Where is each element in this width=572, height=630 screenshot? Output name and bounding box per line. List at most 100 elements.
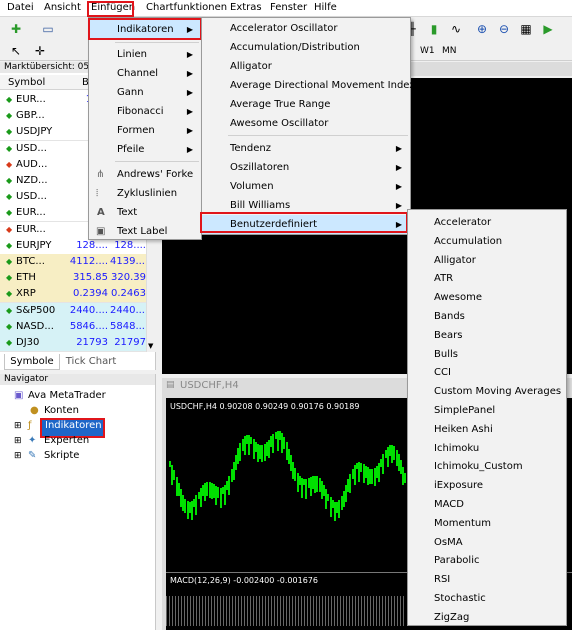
nav-experten[interactable]: Experten — [44, 434, 89, 448]
menu-extras[interactable]: Extras — [230, 2, 262, 14]
zoom-out-icon[interactable]: ⊖ — [496, 21, 512, 37]
menu-item-andrews-forke[interactable]: ⋔ Andrews' Forke — [89, 165, 201, 184]
menu-item-accumulation-distribution[interactable]: Accumulation/Distribution — [202, 38, 410, 57]
timeframe-w1[interactable]: W1 — [420, 46, 435, 56]
menu-datei[interactable]: Datei — [7, 2, 34, 14]
row-symbol: ◆ EUR... — [6, 205, 76, 221]
expand-icon[interactable]: ⊞ — [14, 434, 22, 448]
menu-item-pfeile[interactable]: Pfeile ▶ — [89, 140, 201, 159]
menu-item-oszillatoren[interactable]: Oszillatoren ▶ — [202, 158, 410, 177]
nav-ava-metatrader[interactable]: Ava MetaTrader — [28, 389, 106, 403]
autoscroll-icon[interactable]: ▶ — [540, 21, 556, 37]
custom-indicator-item[interactable]: Accelerator — [408, 213, 566, 232]
einfuegen-dropdown: Indikatoren ▶ Linien ▶ Channel ▶ Gann ▶ Fibo… — [88, 17, 202, 240]
custom-indicator-item[interactable]: Bulls — [408, 345, 566, 364]
custom-indicator-item[interactable]: SimplePanel — [408, 401, 566, 420]
custom-indicator-item[interactable]: Stochastic — [408, 589, 566, 608]
custom-indicator-item[interactable]: ZigZag — [408, 608, 566, 627]
custom-indicator-item[interactable]: Ichimoku_Custom — [408, 457, 566, 476]
market-watch-row[interactable]: ◆ ETH 315.85 320.39 — [0, 270, 146, 288]
row-symbol-text: BTC... — [16, 256, 45, 267]
custom-indicator-item[interactable]: OsMA — [408, 533, 566, 552]
market-watch-row[interactable]: ◆ BTC... 4112.... 4139.... — [0, 254, 146, 271]
tab-symbole[interactable]: Symbole — [4, 354, 60, 370]
chevron-right-icon: ▶ — [395, 182, 402, 191]
market-watch-row[interactable]: ◆ XRP 0.2394 0.2463 — [0, 286, 146, 304]
menu-item-admi[interactable]: Average Directional Movement Index — [202, 76, 415, 95]
cursor-icon[interactable]: ↖ — [8, 43, 24, 59]
menu-item-text[interactable]: A Text — [89, 203, 201, 222]
market-watch-row[interactable]: ◆ DJ30 21793 21797 — [0, 335, 146, 352]
row-ask: 5848.... — [110, 320, 146, 332]
market-watch-row[interactable]: ◆ S&P500 2440.... 2440.... — [0, 302, 146, 320]
menu-ansicht[interactable]: Ansicht — [44, 2, 81, 14]
nav-konten[interactable]: Konten — [44, 404, 79, 418]
custom-indicator-label: iExposure — [434, 480, 484, 492]
expand-icon[interactable]: ⊞ — [14, 449, 22, 463]
menu-chartfunktionen[interactable]: Chartfunktionen — [146, 2, 227, 14]
menu-fenster[interactable]: Fenster — [270, 2, 307, 14]
row-symbol: ◆ XRP — [6, 286, 76, 302]
custom-indicator-label: Custom Moving Averages — [434, 386, 562, 398]
col-symbol[interactable]: Symbol — [8, 77, 45, 88]
row-symbol: ◆ EUR... — [6, 92, 76, 108]
menu-item-formen[interactable]: Formen ▶ — [89, 121, 201, 140]
tile-windows-icon[interactable]: ▦ — [518, 21, 534, 37]
custom-indicator-item[interactable]: Awesome — [408, 288, 566, 307]
menu-item-tendenz[interactable]: Tendenz ▶ — [202, 139, 410, 158]
custom-indicator-item[interactable]: CCI — [408, 363, 566, 382]
candlestick-icon[interactable]: ▮ — [426, 21, 442, 37]
crosshair-icon[interactable]: ✛ — [32, 43, 48, 59]
custom-indicator-label: Bulls — [434, 348, 458, 360]
menu-hilfe[interactable]: Hilfe — [314, 2, 337, 14]
custom-indicator-item[interactable]: Custom Moving Averages — [408, 382, 566, 401]
timeframe-mn[interactable]: MN — [442, 46, 457, 56]
profiles-icon[interactable]: ▭ — [40, 21, 56, 37]
custom-indicator-item[interactable]: Parabolic — [408, 551, 566, 570]
up-arrow-icon: ◆ — [6, 338, 13, 347]
zoom-in-icon[interactable]: ⊕ — [474, 21, 490, 37]
new-chart-icon[interactable]: ✚ — [8, 21, 24, 37]
expand-icon[interactable]: ⊞ — [14, 419, 22, 433]
menu-item-fibonacci[interactable]: Fibonacci ▶ — [89, 102, 201, 121]
menu-item-volumen[interactable]: Volumen ▶ — [202, 177, 410, 196]
custom-indicator-item[interactable]: Momentum — [408, 514, 566, 533]
tab-tick-chart[interactable]: Tick Chart — [62, 354, 120, 370]
up-arrow-icon: ◆ — [6, 273, 13, 283]
row-bid: 0.2394 — [73, 288, 108, 300]
menu-item-text-label[interactable]: ▣ Text Label — [89, 222, 201, 241]
custom-indicator-item[interactable]: Alligator — [408, 251, 566, 270]
chart-window-title[interactable]: USDCHF,H4 — [180, 380, 239, 391]
row-symbol: ◆ USD... — [6, 141, 76, 157]
menu-item-awesome-oscillator[interactable]: Awesome Oscillator — [202, 114, 410, 133]
custom-indicator-label: SimplePanel — [434, 405, 496, 416]
menu-item-channel[interactable]: Channel ▶ — [89, 64, 201, 83]
row-symbol-text: GBP... — [16, 110, 45, 122]
custom-indicator-item[interactable]: MACD — [408, 495, 566, 514]
row-symbol-text: USD... — [16, 191, 47, 203]
custom-indicator-label: ZigZag — [434, 611, 470, 623]
nav-skripte[interactable]: Skripte — [44, 449, 79, 463]
custom-indicator-item[interactable]: ATR — [408, 269, 566, 288]
custom-indicator-item[interactable]: Heiken Ashi — [408, 420, 566, 439]
scroll-down-icon[interactable]: ▼ — [148, 342, 153, 350]
chevron-right-icon: ▶ — [186, 50, 193, 59]
menu-item-zykluslinien[interactable]: ⦙ Zykluslinien — [89, 184, 201, 203]
menu-item-alligator[interactable]: Alligator — [202, 57, 410, 76]
menu-item-linien[interactable]: Linien ▶ — [89, 45, 201, 64]
custom-indicator-item[interactable]: Ichimoku — [408, 439, 566, 458]
custom-indicator-item[interactable]: iExposure — [408, 476, 566, 495]
menu-item-average-true-range[interactable]: Average True Range — [202, 95, 410, 114]
custom-indicator-item[interactable]: Bands — [408, 307, 566, 326]
market-watch-row[interactable]: ◆ NASD... 5846.... 5848.... — [0, 318, 146, 336]
custom-indicator-item[interactable]: Accumulation — [408, 232, 566, 251]
menu-item-gann[interactable]: Gann ▶ — [89, 83, 201, 102]
row-symbol-text: USD... — [16, 142, 47, 154]
line-chart-icon[interactable]: ∿ — [448, 21, 464, 37]
row-symbol: ◆ DJ30 — [6, 335, 76, 351]
custom-indicator-label: Bears — [434, 329, 463, 341]
custom-indicator-item[interactable]: RSI — [408, 570, 566, 589]
menu-item-accelerator-oscillator[interactable]: Accelerator Oscillator — [202, 19, 410, 38]
custom-indicator-item[interactable]: Bears — [408, 326, 566, 345]
custom-indicator-label: Ichimoku_Custom — [434, 461, 523, 473]
